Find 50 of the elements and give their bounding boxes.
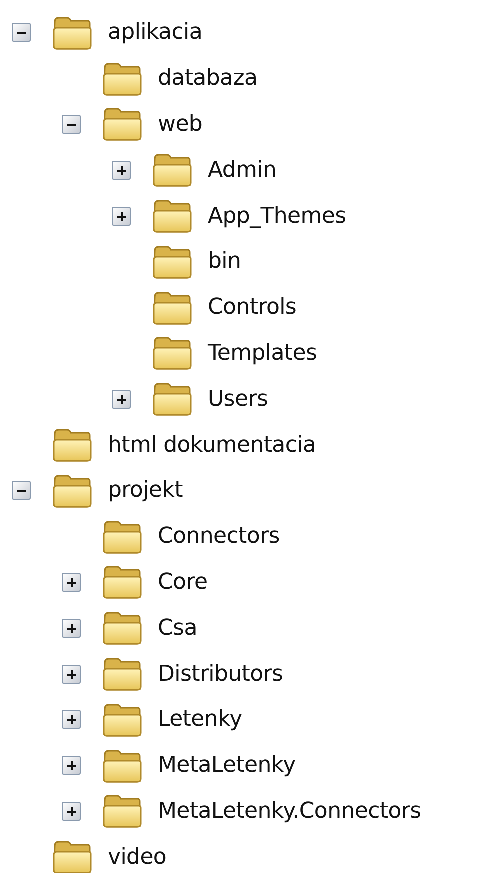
folder-icon: [102, 520, 142, 554]
folder-icon: [102, 62, 142, 96]
expand-icon[interactable]: [62, 618, 81, 638]
expand-icon[interactable]: [112, 390, 131, 409]
folder-name[interactable]: aplikacia: [108, 20, 202, 46]
folder-name[interactable]: Csa: [158, 616, 198, 641]
expand-icon[interactable]: [62, 572, 81, 592]
folder-icon: [152, 244, 192, 279]
expand-icon[interactable]: [112, 206, 131, 226]
folder-icon: [102, 794, 142, 828]
folder-icon: [52, 428, 92, 462]
folder-icon: [152, 382, 192, 416]
folder-icon: [152, 199, 192, 234]
folder-name[interactable]: Templates: [208, 340, 318, 366]
expand-icon[interactable]: [62, 756, 81, 776]
folder-name[interactable]: html dokumentacia: [108, 432, 316, 458]
folder-name[interactable]: web: [158, 112, 203, 137]
expand-icon[interactable]: [112, 160, 131, 180]
folder-icon: [102, 107, 142, 142]
folder-name[interactable]: Core: [158, 570, 208, 595]
folder-name[interactable]: MetaLetenky.Connectors: [158, 798, 422, 824]
folder-name[interactable]: databaza: [158, 66, 258, 92]
folder-name[interactable]: Controls: [208, 295, 297, 320]
collapse-icon[interactable]: [62, 114, 81, 134]
folder-icon: [102, 565, 142, 600]
folder-icon: [152, 336, 192, 370]
folder-name[interactable]: Distributors: [158, 662, 284, 687]
folder-name[interactable]: Users: [208, 386, 268, 412]
folder-icon: [102, 611, 142, 646]
folder-icon: [102, 702, 142, 737]
folder-name[interactable]: MetaLetenky: [158, 753, 296, 778]
expand-icon[interactable]: [62, 664, 81, 684]
expand-icon[interactable]: [62, 802, 81, 821]
folder-name[interactable]: bin: [208, 249, 242, 274]
folder-name[interactable]: App_Themes: [208, 204, 346, 229]
collapse-icon[interactable]: [12, 481, 31, 500]
folder-icon: [152, 153, 192, 188]
folder-name[interactable]: projekt: [108, 478, 183, 504]
folder-name[interactable]: video: [108, 844, 167, 870]
folder-name[interactable]: Letenky: [158, 707, 242, 732]
expand-icon[interactable]: [62, 710, 81, 730]
collapse-icon[interactable]: [12, 23, 31, 42]
folder-name[interactable]: Connectors: [158, 524, 280, 550]
folder-name[interactable]: Admin: [208, 158, 277, 183]
folder-icon: [102, 657, 142, 692]
folder-icon: [52, 474, 92, 508]
folder-icon: [152, 290, 192, 325]
folder-icon: [52, 16, 92, 50]
folder-icon: [102, 748, 142, 783]
folder-icon: [52, 840, 92, 873]
